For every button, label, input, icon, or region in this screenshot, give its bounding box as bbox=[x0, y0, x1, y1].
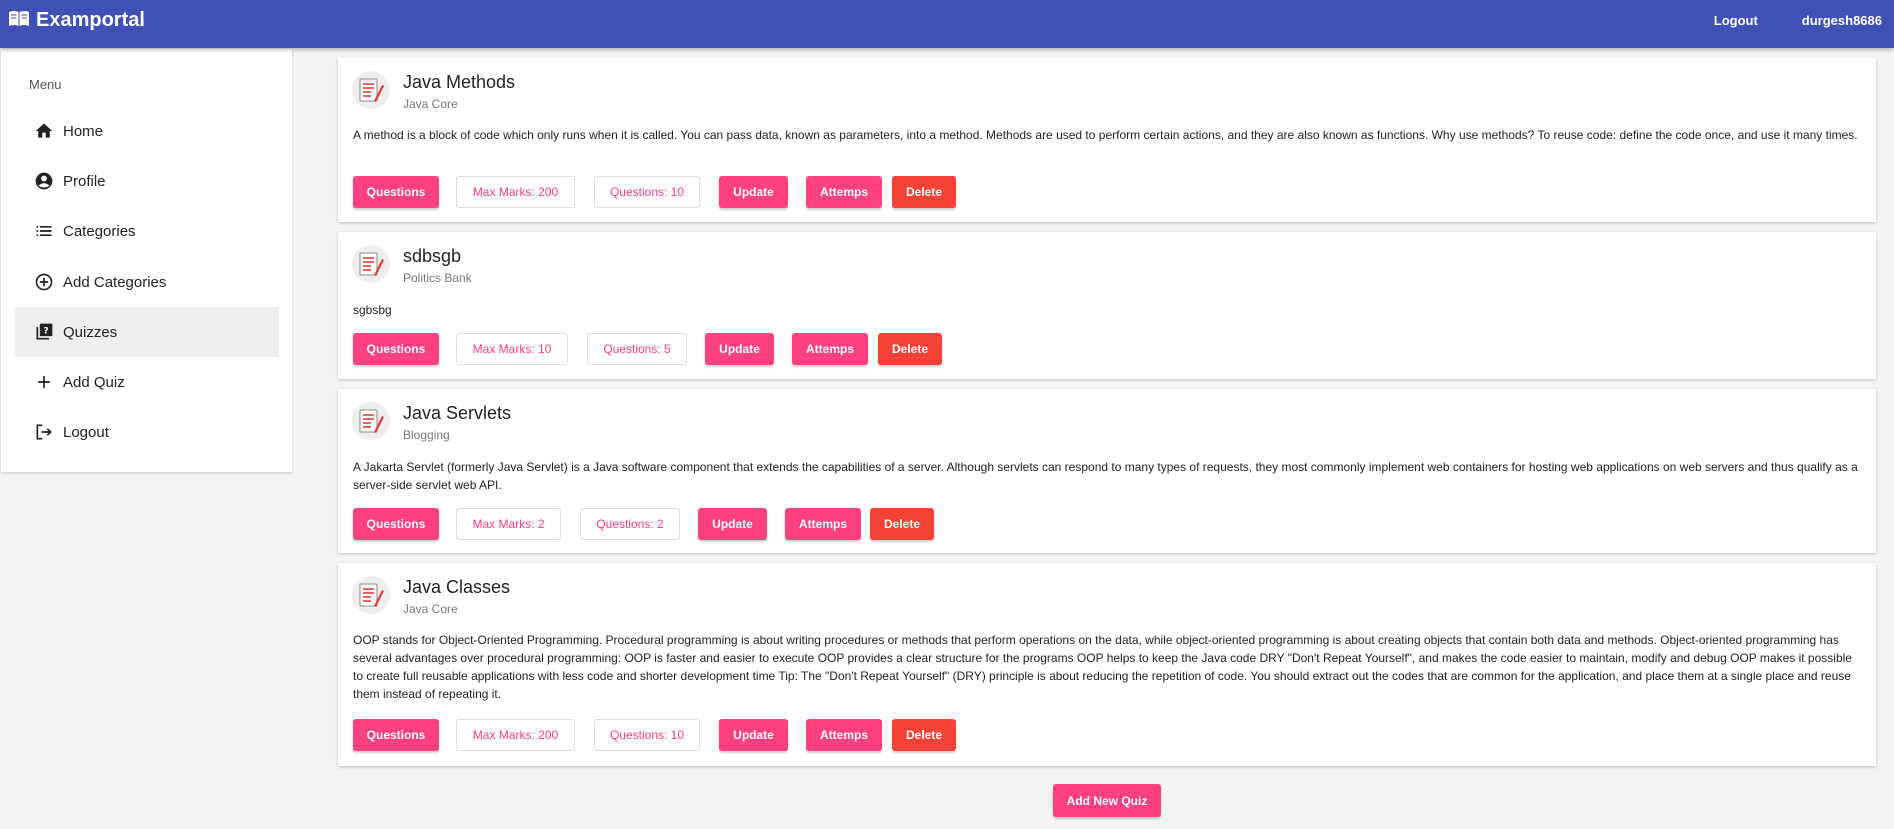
quiz-title: sdbsgb bbox=[403, 246, 462, 266]
questions-button[interactable]: Questions bbox=[353, 508, 439, 540]
quiz-checklist-icon bbox=[352, 245, 390, 283]
sidebar-item-label: Quizzes bbox=[63, 323, 118, 341]
app-title: Examportal bbox=[36, 8, 145, 31]
attempts-button[interactable]: Attemps bbox=[792, 333, 868, 365]
attempts-button[interactable]: Attemps bbox=[785, 508, 861, 540]
sidebar-item-add-categories[interactable]: Add Categories bbox=[15, 257, 279, 307]
top-toolbar: Examportal Logout durgesh8686 bbox=[0, 0, 1894, 48]
quiz-checklist-icon bbox=[352, 71, 390, 109]
max-marks-button[interactable]: Max Marks: 2 bbox=[456, 508, 561, 540]
attempts-button[interactable]: Attemps bbox=[806, 719, 882, 751]
quiz-card: sdbsgb Politics Bank sgbsbg Questions Ma… bbox=[338, 232, 1876, 379]
quiz-card: Java Servlets Blogging A Jakarta Servlet… bbox=[338, 389, 1876, 553]
question-count-button[interactable]: Questions: 5 bbox=[587, 333, 687, 365]
quiz-card: Java Methods Java Core A method is a blo… bbox=[338, 58, 1876, 222]
sidebar-title: Menu bbox=[29, 77, 62, 92]
quiz-title: Java Classes bbox=[403, 577, 511, 597]
username-link[interactable]: durgesh8686 bbox=[1802, 13, 1882, 28]
sidebar-item-label: Categories bbox=[63, 222, 136, 240]
quiz-card: Java Classes Java Core OOP stands for Ob… bbox=[338, 563, 1876, 766]
quiz-description: sgbsbg bbox=[353, 303, 392, 317]
add-new-quiz-button[interactable]: Add New Quiz bbox=[1053, 784, 1161, 817]
sidebar-item-add-quiz[interactable]: Add Quiz bbox=[15, 357, 279, 407]
sidebar-item-label: Logout bbox=[63, 423, 109, 441]
questions-button[interactable]: Questions bbox=[353, 176, 439, 208]
questions-button[interactable]: Questions bbox=[353, 719, 439, 751]
update-button[interactable]: Update bbox=[719, 176, 788, 208]
quiz-title: Java Servlets bbox=[403, 403, 512, 423]
sidebar-item-label: Profile bbox=[63, 172, 106, 190]
quiz-category: Java Core bbox=[403, 97, 458, 111]
question-count-button[interactable]: Questions: 10 bbox=[594, 176, 700, 208]
list-icon bbox=[33, 220, 55, 242]
svg-text:?: ? bbox=[43, 326, 48, 337]
quiz-description: OOP stands for Object-Oriented Programmi… bbox=[353, 633, 1852, 701]
add-circle-icon bbox=[33, 271, 55, 293]
update-button[interactable]: Update bbox=[705, 333, 774, 365]
max-marks-button[interactable]: Max Marks: 10 bbox=[456, 333, 568, 365]
sidebar-item-quizzes[interactable]: ? Quizzes bbox=[15, 307, 279, 357]
max-marks-button[interactable]: Max Marks: 200 bbox=[456, 176, 575, 208]
menu-book-icon bbox=[8, 9, 30, 32]
max-marks-button[interactable]: Max Marks: 200 bbox=[456, 719, 575, 751]
quiz-category: Politics Bank bbox=[403, 271, 472, 285]
logout-link[interactable]: Logout bbox=[1714, 13, 1758, 28]
sidebar-item-label: Add Categories bbox=[63, 273, 167, 291]
quiz-description: A method is a block of code which only r… bbox=[353, 128, 1858, 142]
update-button[interactable]: Update bbox=[698, 508, 767, 540]
quiz-checklist-icon bbox=[352, 576, 390, 614]
quiz-title: Java Methods bbox=[403, 72, 516, 92]
plus-icon bbox=[33, 371, 55, 393]
delete-button[interactable]: Delete bbox=[892, 176, 956, 208]
home-icon bbox=[33, 120, 55, 142]
quiz-category: Blogging bbox=[403, 428, 450, 442]
sidebar-item-profile[interactable]: Profile bbox=[15, 156, 279, 206]
questions-button[interactable]: Questions bbox=[353, 333, 439, 365]
update-button[interactable]: Update bbox=[719, 719, 788, 751]
quiz-checklist-icon bbox=[352, 402, 390, 440]
delete-button[interactable]: Delete bbox=[870, 508, 934, 540]
question-count-button[interactable]: Questions: 10 bbox=[594, 719, 700, 751]
sidebar-item-label: Add Quiz bbox=[63, 373, 125, 391]
account-circle-icon bbox=[33, 170, 55, 192]
attempts-button[interactable]: Attemps bbox=[806, 176, 882, 208]
delete-button[interactable]: Delete bbox=[878, 333, 942, 365]
sidebar-item-logout[interactable]: Logout bbox=[15, 407, 279, 457]
quiz-description: A Jakarta Servlet (formerly Java Servlet… bbox=[353, 460, 1858, 492]
sidebar-item-home[interactable]: Home bbox=[15, 106, 279, 156]
sidebar: Menu Home Profile Categories Add Categor… bbox=[1, 49, 292, 472]
question-count-button[interactable]: Questions: 2 bbox=[580, 508, 680, 540]
delete-button[interactable]: Delete bbox=[892, 719, 956, 751]
quiz-icon: ? bbox=[33, 321, 55, 343]
brand-link[interactable]: Examportal bbox=[8, 0, 145, 40]
sidebar-item-categories[interactable]: Categories bbox=[15, 206, 279, 256]
sidebar-item-label: Home bbox=[63, 122, 104, 140]
exit-icon bbox=[33, 421, 55, 443]
quiz-category: Java Core bbox=[403, 602, 458, 616]
